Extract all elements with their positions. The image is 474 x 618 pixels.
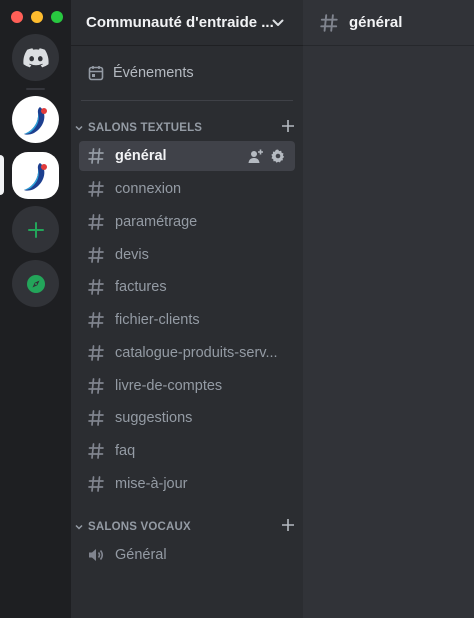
channel-label: factures bbox=[115, 279, 167, 295]
channel-suggestions[interactable]: suggestions bbox=[79, 403, 295, 433]
channel-label: suggestions bbox=[115, 410, 193, 426]
channel-factures[interactable]: factures bbox=[79, 272, 295, 302]
channel-catalogue-produits[interactable]: catalogue-produits-serv... bbox=[79, 338, 295, 368]
explore-servers-button[interactable] bbox=[12, 260, 59, 307]
server-name: Communauté d'entraide ... bbox=[86, 14, 274, 31]
hashtag-icon bbox=[320, 13, 338, 32]
hashtag-icon bbox=[88, 312, 104, 328]
channel-label: fichier-clients bbox=[115, 312, 200, 328]
channel-devis[interactable]: devis bbox=[79, 240, 295, 270]
events-link[interactable]: Événements bbox=[79, 60, 295, 86]
server-icon-2[interactable] bbox=[12, 152, 59, 199]
divider bbox=[81, 100, 293, 101]
hashtag-icon bbox=[88, 410, 104, 426]
channel-parametrage[interactable]: paramétrage bbox=[79, 207, 295, 237]
channel-faq[interactable]: faq bbox=[79, 436, 295, 466]
create-channel-plus-icon[interactable] bbox=[280, 118, 296, 134]
channel-mise-a-jour[interactable]: mise-à-jour bbox=[79, 469, 295, 499]
category-label: SALONS TEXTUELS bbox=[88, 122, 203, 134]
channel-label: général bbox=[115, 148, 167, 164]
add-server-button[interactable] bbox=[12, 206, 59, 253]
server-icon-1[interactable] bbox=[12, 96, 59, 143]
speaker-icon bbox=[89, 549, 104, 561]
compass-icon bbox=[26, 274, 45, 293]
hashtag-icon bbox=[88, 443, 104, 459]
channel-connexion[interactable]: connexion bbox=[79, 174, 295, 204]
channel-label: devis bbox=[115, 247, 149, 263]
channel-label: Général bbox=[115, 547, 167, 563]
channel-title: général bbox=[349, 14, 403, 31]
category-label: SALONS VOCAUX bbox=[88, 521, 191, 533]
server-rail bbox=[0, 0, 71, 618]
hashtag-icon bbox=[88, 214, 104, 230]
plus-icon bbox=[27, 221, 44, 238]
home-button[interactable] bbox=[12, 34, 59, 81]
server-logo-icon bbox=[23, 162, 47, 191]
channel-actions bbox=[248, 148, 286, 164]
hashtag-icon bbox=[88, 181, 104, 197]
text-channels-category[interactable]: SALONS TEXTUELS bbox=[74, 119, 294, 137]
minimize-window-button[interactable] bbox=[31, 11, 43, 23]
chevron-down-icon bbox=[272, 19, 284, 26]
selected-server-indicator bbox=[0, 155, 4, 195]
window-controls bbox=[11, 11, 63, 23]
channel-header: général bbox=[303, 0, 474, 46]
invite-member-icon[interactable] bbox=[248, 148, 264, 164]
hashtag-icon bbox=[88, 247, 104, 263]
calendar-icon bbox=[88, 66, 104, 81]
hashtag-icon bbox=[88, 476, 104, 492]
channel-label: mise-à-jour bbox=[115, 476, 188, 492]
channel-general[interactable]: général bbox=[79, 141, 295, 171]
channel-sidebar: Communauté d'entraide ... Événements SAL… bbox=[71, 0, 303, 618]
discord-logo-icon bbox=[22, 47, 49, 67]
channel-label: livre-de-comptes bbox=[115, 378, 223, 394]
channel-label: catalogue-produits-serv... bbox=[115, 345, 278, 361]
voice-channel-general[interactable]: Général bbox=[79, 540, 295, 570]
main-panel: général bbox=[303, 0, 474, 618]
chevron-down-icon bbox=[75, 125, 83, 131]
hashtag-icon bbox=[88, 378, 104, 394]
chevron-down-icon bbox=[75, 524, 83, 530]
settings-gear-icon[interactable] bbox=[270, 148, 286, 164]
zoom-window-button[interactable] bbox=[51, 11, 63, 23]
channel-livre-de-comptes[interactable]: livre-de-comptes bbox=[79, 371, 295, 401]
close-window-button[interactable] bbox=[11, 11, 23, 23]
rail-separator bbox=[26, 88, 45, 90]
server-logo-icon bbox=[23, 106, 47, 135]
channel-label: paramétrage bbox=[115, 214, 198, 230]
events-label: Événements bbox=[113, 65, 194, 81]
channel-fichier-clients[interactable]: fichier-clients bbox=[79, 305, 295, 335]
hashtag-icon bbox=[88, 279, 104, 295]
create-channel-plus-icon[interactable] bbox=[280, 517, 296, 533]
voice-channels-category[interactable]: SALONS VOCAUX bbox=[74, 518, 294, 536]
hashtag-icon bbox=[88, 345, 104, 361]
channel-label: connexion bbox=[115, 181, 182, 197]
hashtag-icon bbox=[88, 148, 104, 164]
server-header[interactable]: Communauté d'entraide ... bbox=[71, 0, 303, 46]
channel-label: faq bbox=[115, 443, 136, 459]
